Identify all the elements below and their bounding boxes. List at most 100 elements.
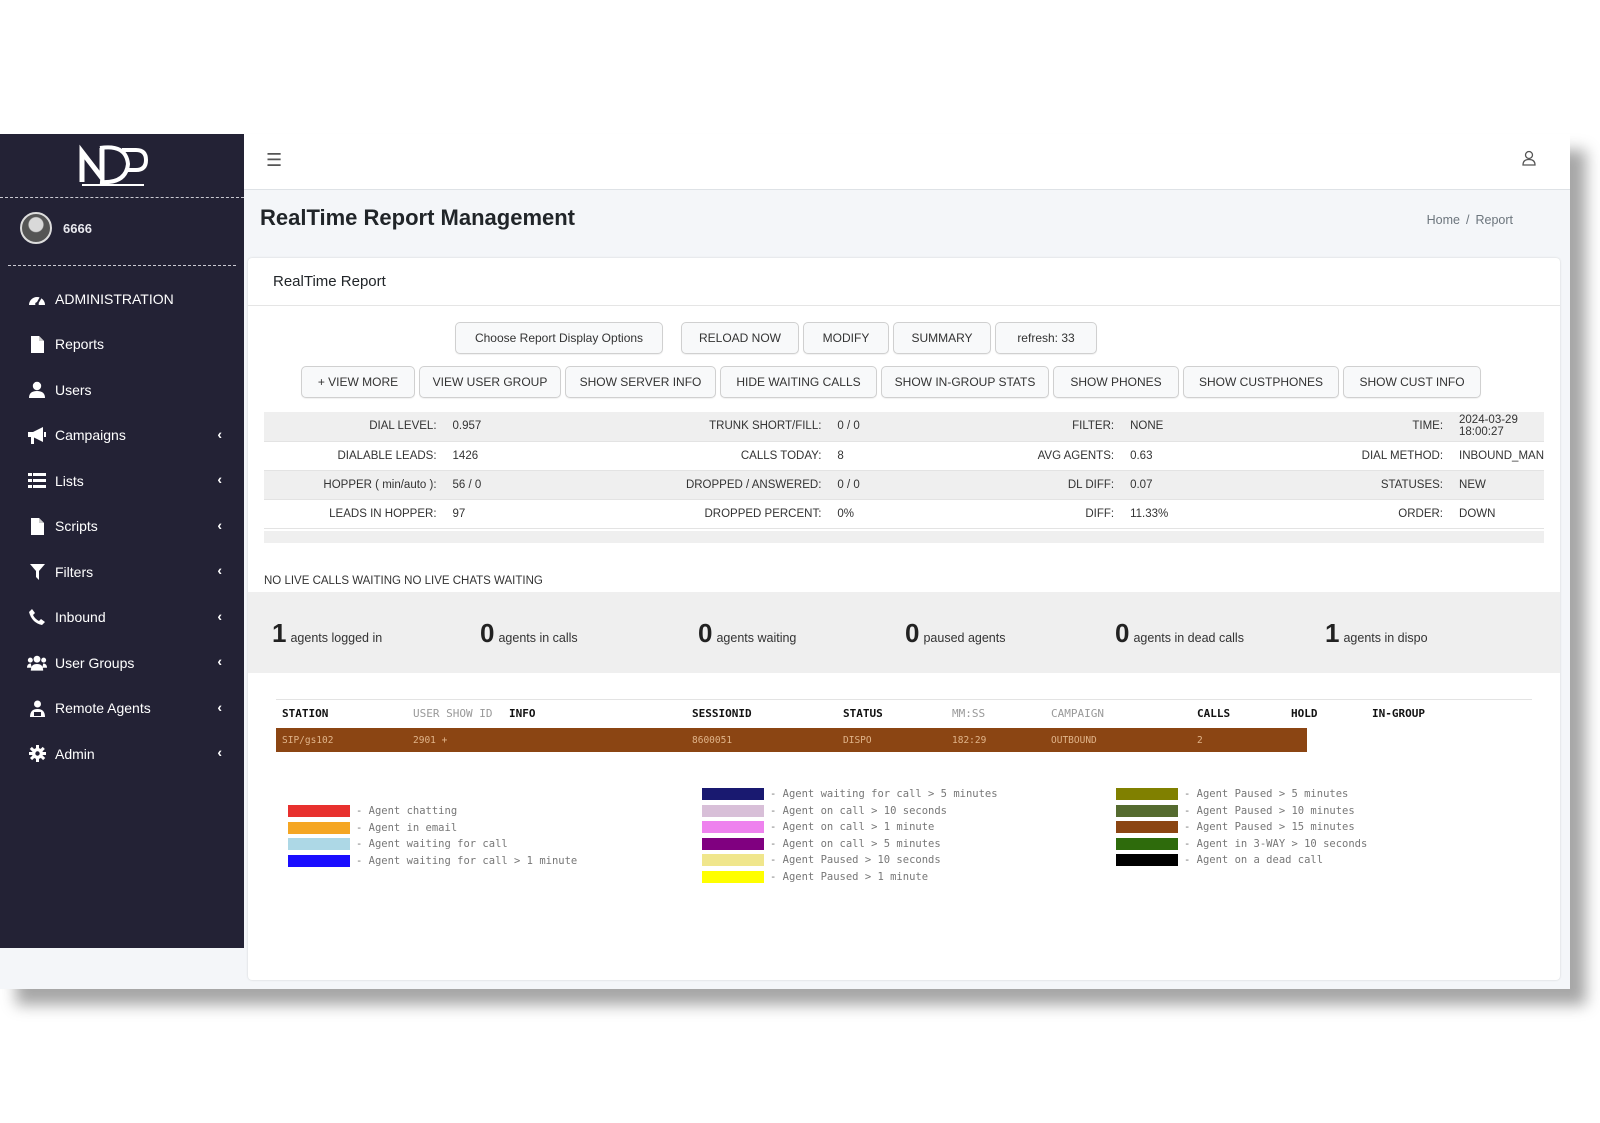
legend-swatch: [1116, 821, 1178, 834]
sidebar-item-administration[interactable]: ADMINISTRATION: [0, 276, 244, 322]
legend-item: - Agent in 3-WAY > 10 seconds: [1116, 836, 1367, 853]
legend-label: - Agent in 3-WAY > 10 seconds: [1184, 837, 1368, 850]
megaphone-icon: [27, 425, 47, 445]
modify-button[interactable]: MODIFY: [803, 322, 889, 354]
stat-value: 2024-03-29 18:00:27: [1455, 412, 1544, 442]
users-icon: [27, 653, 47, 673]
sidebar-item-filters[interactable]: Filters ‹: [0, 549, 244, 595]
chevron-left-icon[interactable]: ‹: [217, 471, 222, 487]
legend-swatch: [1116, 837, 1178, 850]
sidebar-item-lists[interactable]: Lists ‹: [0, 458, 244, 504]
column-header-calls[interactable]: CALLS: [1197, 707, 1230, 720]
sidebar-item-scripts[interactable]: Scripts ‹: [0, 504, 244, 550]
choose-report-display-options-button[interactable]: Choose Report Display Options: [455, 322, 663, 354]
ndp-logo: [79, 144, 148, 186]
column-header-user-show-id[interactable]: USER SHOW ID: [413, 707, 492, 720]
summary-agents-logged-in: 1 agents logged in: [272, 618, 382, 649]
show-cust-info-button[interactable]: SHOW CUST INFO: [1343, 366, 1481, 398]
view-user-group-button[interactable]: VIEW USER GROUP: [419, 366, 561, 398]
legend-column: - Agent chatting - Agent in email - Agent …: [288, 803, 577, 869]
summary-label: agents in dispo: [1343, 631, 1428, 645]
breadcrumb-current: Report: [1475, 213, 1513, 227]
menu-toggle-icon[interactable]: ☰: [266, 150, 282, 171]
user-panel[interactable]: 6666: [8, 198, 236, 266]
chevron-left-icon[interactable]: ‹: [217, 744, 222, 760]
legend-label: - Agent on a dead call: [1184, 854, 1324, 867]
chevron-left-icon[interactable]: ‹: [217, 699, 222, 715]
chevron-left-icon[interactable]: ‹: [217, 653, 222, 669]
column-header-info[interactable]: INFO: [509, 707, 536, 720]
refresh-33-button[interactable]: refresh: 33: [995, 322, 1097, 354]
legend-item: - Agent Paused > 10 seconds: [702, 852, 998, 869]
legend-item: - Agent chatting: [288, 803, 577, 820]
topbar: ☰: [244, 134, 1570, 190]
stat-label: ORDER:: [1237, 499, 1456, 529]
sidebar-item-label: Inbound: [55, 609, 106, 626]
summary-count: 0: [905, 618, 920, 648]
legend-item: - Agent on call > 10 seconds: [702, 803, 998, 820]
stat-value: 56 / 0: [448, 470, 557, 500]
sidebar-item-users[interactable]: Users: [0, 367, 244, 413]
sidebar-item-campaigns[interactable]: Campaigns ‹: [0, 413, 244, 459]
report-toggles-row: + VIEW MORE VIEW USER GROUP SHOW SERVER IN…: [301, 366, 1485, 398]
live-status-text: NO LIVE CALLS WAITING NO LIVE CHATS WAIT…: [264, 575, 543, 587]
summary-agents-in-dispo: 1 agents in dispo: [1325, 618, 1428, 649]
column-header-sessionid[interactable]: SESSIONID: [692, 707, 752, 720]
breadcrumb-separator: /: [1465, 213, 1470, 227]
legend-label: - Agent chatting: [356, 805, 458, 818]
chevron-left-icon[interactable]: ‹: [217, 608, 222, 624]
brand[interactable]: [0, 134, 244, 198]
legend-column: - Agent waiting for call > 5 minutes - Ag…: [702, 786, 998, 885]
agent-cell-mmss: 182:29: [952, 735, 987, 746]
stat-label: TRUNK SHORT/FILL:: [556, 412, 834, 442]
chevron-left-icon[interactable]: ‹: [217, 562, 222, 578]
legend-label: - Agent waiting for call > 1 minute: [356, 854, 578, 867]
stat-value: 1426: [448, 441, 557, 471]
page-title: RealTime Report Management: [260, 205, 576, 230]
breadcrumb-home-link[interactable]: Home: [1427, 213, 1460, 227]
file-icon: [27, 516, 47, 536]
agent-table-row[interactable]: SIP/gs102 2901 + 8600051 DISPO 182:29 OUTBOUN…: [276, 728, 1307, 752]
sidebar-item-admin[interactable]: Admin ‹: [0, 731, 244, 777]
reload-now-button[interactable]: RELOAD NOW: [681, 322, 799, 354]
user-name: 6666: [63, 221, 92, 236]
column-header-mm-ss[interactable]: MM:SS: [952, 707, 985, 720]
summary-label: agents in calls: [498, 631, 578, 645]
view-more-button[interactable]: + VIEW MORE: [301, 366, 415, 398]
report-actions-row: Choose Report Display Options RELOAD NOW M…: [455, 322, 1101, 354]
summary-button[interactable]: SUMMARY: [893, 322, 991, 354]
legend-label: - Agent Paused > 10 minutes: [1184, 804, 1355, 817]
legend-item: - Agent waiting for call > 5 minutes: [702, 786, 998, 803]
sidebar-item-reports[interactable]: Reports: [0, 322, 244, 368]
column-header-station[interactable]: STATION: [282, 707, 328, 720]
legend-item: - Agent Paused > 1 minute: [702, 869, 998, 886]
stat-value: NEW: [1455, 470, 1544, 500]
column-header-in-group[interactable]: IN-GROUP: [1372, 707, 1425, 720]
column-header-campaign[interactable]: CAMPAIGN: [1051, 707, 1104, 720]
summary-agents-in-dead-calls: 0 agents in dead calls: [1115, 618, 1244, 649]
hide-waiting-calls-button[interactable]: HIDE WAITING CALLS: [720, 366, 877, 398]
summary-agents-waiting: 0 agents waiting: [698, 618, 796, 649]
sidebar-item-inbound[interactable]: Inbound ‹: [0, 595, 244, 641]
list-icon: [27, 471, 47, 491]
legend-swatch: [1116, 788, 1178, 801]
column-header-hold[interactable]: HOLD: [1291, 707, 1318, 720]
summary-label: agents logged in: [290, 631, 383, 645]
chevron-left-icon[interactable]: ‹: [217, 426, 222, 442]
show-server-info-button[interactable]: SHOW SERVER INFO: [565, 366, 716, 398]
stats-row: DIAL LEVEL: 0.957 TRUNK SHORT/FILL: 0 / 0 FI…: [264, 412, 1544, 442]
legend-label: - Agent waiting for call: [356, 838, 508, 851]
legend-label: - Agent on call > 10 seconds: [770, 804, 948, 817]
show-phones-button[interactable]: SHOW PHONES: [1053, 366, 1179, 398]
sidebar-item-remote-agents[interactable]: Remote Agents ‹: [0, 686, 244, 732]
sidebar-item-user-groups[interactable]: User Groups ‹: [0, 640, 244, 686]
legend-swatch: [702, 854, 764, 867]
chevron-left-icon[interactable]: ‹: [217, 517, 222, 533]
agent-cell-campaign: OUTBOUND: [1051, 735, 1097, 746]
show-in-group-stats-button[interactable]: SHOW IN-GROUP STATS: [881, 366, 1049, 398]
user-menu-icon[interactable]: [1522, 150, 1536, 171]
column-header-status[interactable]: STATUS: [843, 707, 883, 720]
show-custphones-button[interactable]: SHOW CUSTPHONES: [1183, 366, 1339, 398]
agent-table-header: STATION USER SHOW ID INFO SESSIONID STATUS MM…: [276, 699, 1532, 725]
summary-paused-agents: 0 paused agents: [905, 618, 1005, 649]
